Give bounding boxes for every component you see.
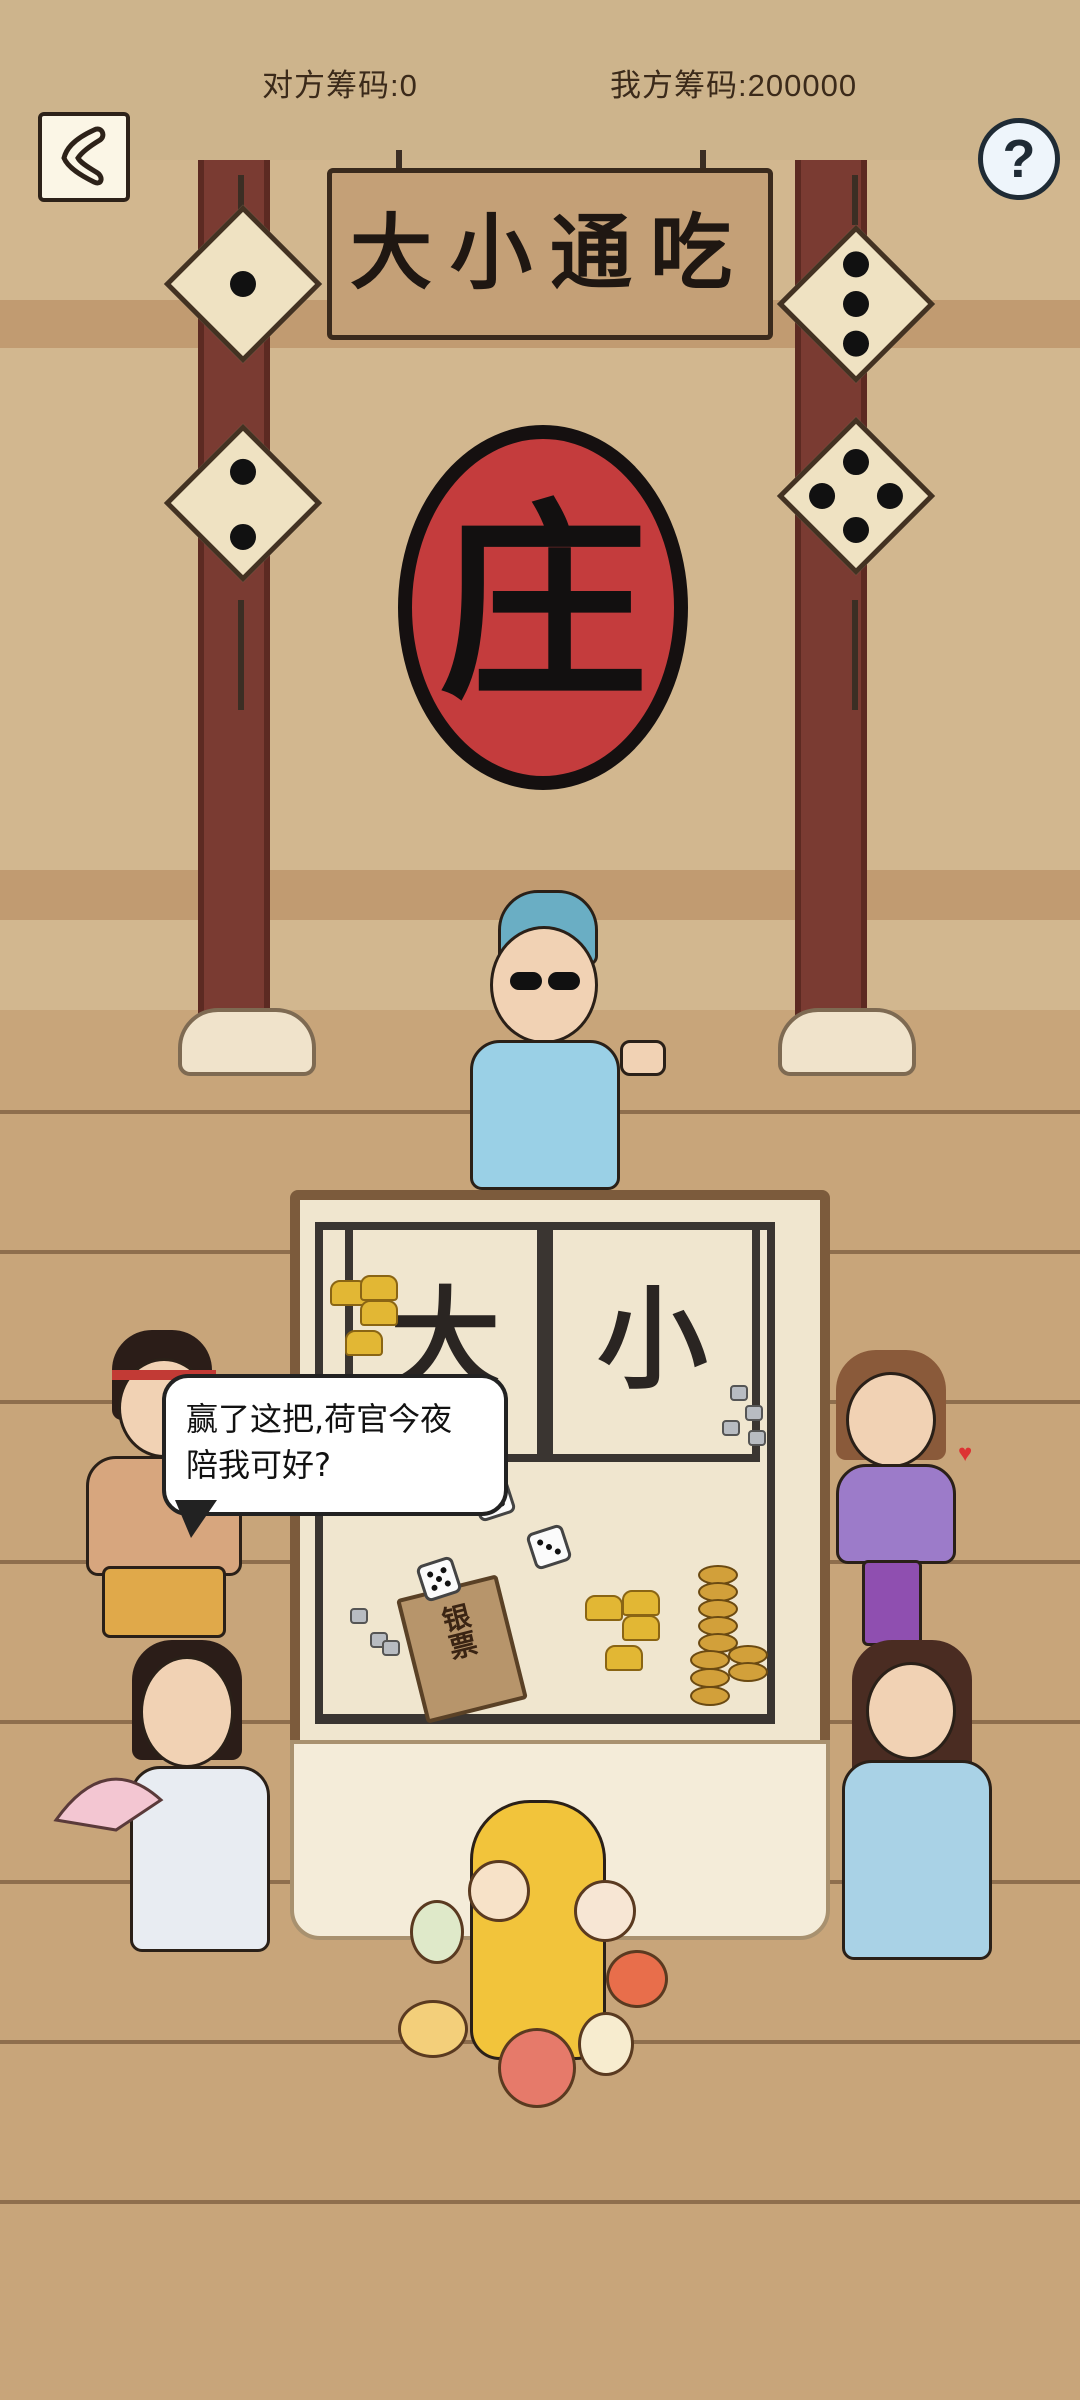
- player-food-bundle[interactable]: [398, 1800, 678, 2120]
- shrimp-dish-icon: [468, 1860, 530, 1922]
- silver-piece: [350, 1608, 368, 1624]
- gold-ingot: [605, 1645, 643, 1671]
- gold-ingot: [622, 1615, 660, 1641]
- gold-ingot: [360, 1275, 398, 1301]
- left-pillar-base: [178, 1008, 316, 1076]
- banker-seal-character: 庄: [437, 480, 648, 727]
- dealer-sunglasses: [548, 972, 580, 990]
- back-arrow-icon: [61, 126, 106, 186]
- lady-head: [866, 1662, 956, 1760]
- silver-piece: [722, 1420, 740, 1436]
- ponytail-girl-character[interactable]: ♥: [806, 1330, 986, 1650]
- girl-dress: [836, 1464, 956, 1564]
- warrior-tiger-pants: [102, 1566, 226, 1638]
- dice-tile-tassel: [238, 600, 244, 710]
- dealer-robe: [470, 1040, 620, 1190]
- lady-dress: [842, 1760, 992, 1960]
- silver-piece: [745, 1405, 763, 1421]
- dealer-sunglasses: [510, 972, 542, 990]
- speech-bubble: 赢了这把,荷官今夜陪我可好?: [162, 1374, 508, 1516]
- fish-plate-icon: [410, 1900, 464, 1964]
- heart-icon: ♥: [958, 1440, 973, 1467]
- copper-coin: [728, 1662, 768, 1682]
- sign-title: 大小通吃: [349, 205, 750, 301]
- dumpling-basket-icon: [574, 1880, 636, 1942]
- fan-man-head: [140, 1656, 234, 1768]
- opponent-chip-count: 对方筹码:0: [262, 68, 418, 103]
- silver-piece: [730, 1385, 748, 1401]
- dice-tile-tassel: [852, 600, 858, 710]
- game-stage: 对方筹码:0 我方筹码:200000 ? 大小通吃 庄 大 小 银票 赢了这把,…: [0, 0, 1080, 2400]
- girl-boots: [862, 1560, 922, 1646]
- roast-chicken-icon: [398, 2000, 468, 2058]
- gold-ingot: [585, 1595, 623, 1621]
- right-pillar-base: [778, 1008, 916, 1076]
- banker-seal: 庄: [398, 425, 688, 790]
- help-button[interactable]: ?: [978, 118, 1060, 200]
- dealer-hand: [620, 1040, 666, 1076]
- noodle-bowl-icon: [578, 2012, 634, 2076]
- fan-man-character[interactable]: [46, 1640, 276, 1960]
- meat-platter-icon: [498, 2028, 576, 2108]
- speech-text: 赢了这把,荷官今夜陪我可好?: [186, 1400, 453, 1484]
- lobster-plate-icon: [606, 1950, 668, 2008]
- copper-coin: [690, 1686, 730, 1706]
- speech-bubble-tail: [175, 1500, 217, 1538]
- gold-ingot: [622, 1590, 660, 1616]
- top-hud: 对方筹码:0 我方筹码:200000: [0, 0, 1080, 160]
- folding-fan-icon: [53, 1777, 164, 1832]
- copper-coin: [690, 1668, 730, 1688]
- dice-tile-cord: [852, 175, 858, 225]
- gold-ingot: [345, 1330, 383, 1356]
- gambling-hall-sign: 大小通吃: [327, 168, 773, 340]
- floor-board-line: [0, 2200, 1080, 2204]
- copper-coin: [690, 1650, 730, 1670]
- gold-ingot: [360, 1300, 398, 1326]
- back-button[interactable]: [38, 112, 130, 202]
- girl-head: [846, 1372, 936, 1468]
- my-chip-count: 我方筹码:200000: [610, 68, 858, 103]
- dealer-character[interactable]: [470, 890, 666, 1190]
- blue-dress-lady-character[interactable]: [832, 1640, 1022, 1970]
- silver-piece: [382, 1640, 400, 1656]
- dealer-head: [490, 926, 598, 1044]
- silver-piece: [748, 1430, 766, 1446]
